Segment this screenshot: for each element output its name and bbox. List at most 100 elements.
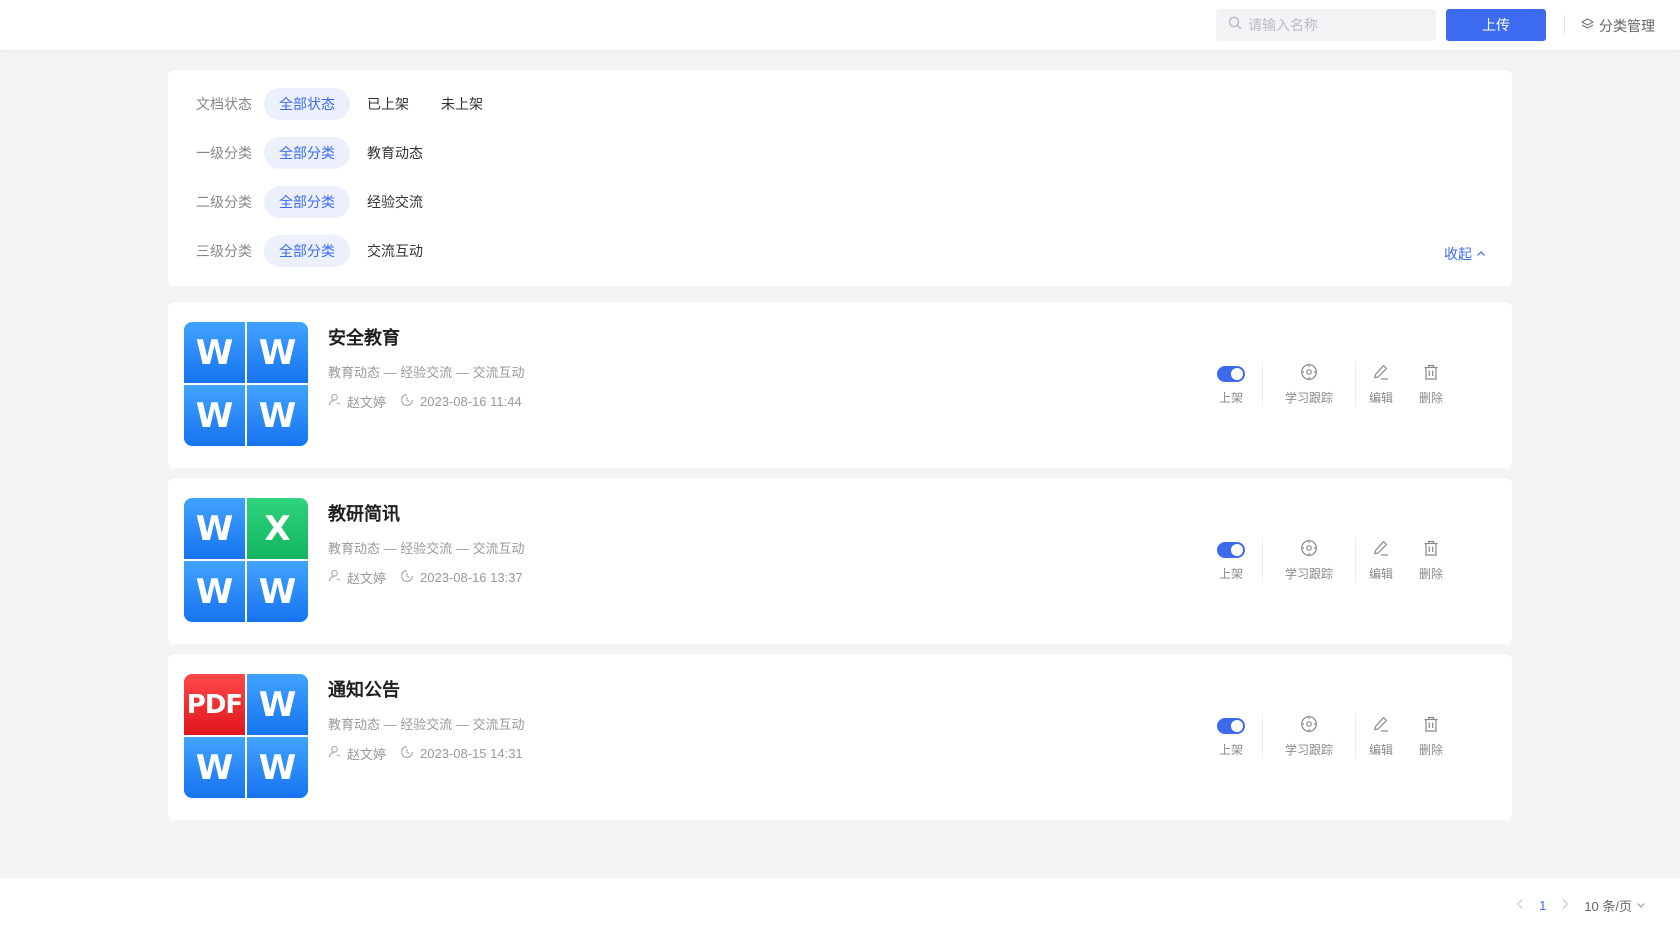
chip-all-category[interactable]: 全部分类 [264,137,350,169]
document-thumbnail: W X W W [184,498,308,622]
publish-toggle[interactable]: 上架 [1200,538,1262,582]
page-size-label: 10 条/页 [1584,898,1632,914]
word-file-icon: W [247,322,308,383]
time-info: 2023-08-16 11:44 [400,393,522,410]
publish-toggle[interactable]: 上架 [1200,714,1262,758]
author-name: 赵文婷 [347,746,387,762]
edit-label: 编辑 [1368,566,1393,581]
chip-all-status[interactable]: 全部状态 [264,88,350,120]
word-file-icon: W [247,674,308,735]
layers-icon [1580,17,1595,35]
author-info: 赵文婷 [328,744,386,763]
search-input[interactable] [1248,17,1428,33]
publish-label: 上架 [1218,566,1243,581]
delete-button[interactable]: 删除 [1406,714,1456,758]
chip-all-category[interactable]: 全部分类 [264,235,350,267]
document-meta: 赵文婷 2023-08-16 11:44 [328,392,536,410]
card-actions: 上架 学习跟踪 编辑 删除 [1200,538,1456,582]
target-icon [1300,715,1318,736]
toggle-switch[interactable] [1217,717,1245,734]
target-icon [1300,363,1318,384]
category-manage-button[interactable]: 分类管理 [1580,16,1655,36]
document-card[interactable]: W W W W 安全教育 教育动态 — 经验交流 — 交流互动 赵文婷 2023… [168,302,1512,468]
trash-icon [1422,363,1440,384]
chevron-up-icon [1476,246,1486,262]
chip-unpublished[interactable]: 未上架 [426,88,498,120]
chip-all-category[interactable]: 全部分类 [264,186,350,218]
document-title[interactable]: 通知公告 [328,676,400,702]
delete-label: 删除 [1418,566,1443,581]
edit-button[interactable]: 编辑 [1356,538,1406,582]
card-actions: 上架 学习跟踪 编辑 删除 [1200,714,1456,758]
learning-track-label: 学习跟踪 [1284,390,1333,405]
footer-bar: 1 10 条/页 [0,878,1680,932]
divider [1564,15,1565,35]
learning-track-button[interactable]: 学习跟踪 [1263,714,1355,758]
filter-panel: 文档状态 全部状态 已上架 未上架 一级分类 全部分类 教育动态 二级分类 全部… [168,70,1512,286]
chip-category-option[interactable]: 教育动态 [352,137,438,169]
chip-category-option[interactable]: 交流互动 [352,235,438,267]
search-box[interactable] [1216,9,1436,41]
upload-time: 2023-08-15 14:31 [420,745,523,761]
collapse-button[interactable]: 收起 [1444,244,1486,264]
toggle-switch[interactable] [1217,365,1245,382]
chevron-down-icon [1636,898,1646,913]
edit-button[interactable]: 编辑 [1356,362,1406,406]
edit-label: 编辑 [1368,742,1393,757]
upload-time: 2023-08-16 13:37 [420,569,523,585]
learning-track-button[interactable]: 学习跟踪 [1263,362,1355,406]
learning-track-label: 学习跟踪 [1284,566,1333,581]
document-category-path: 教育动态 — 经验交流 — 交流互动 [328,717,525,732]
word-file-icon: W [184,322,245,383]
top-bar: 上传 分类管理 [0,0,1680,50]
word-file-icon: W [247,561,308,622]
word-file-icon: W [184,385,245,446]
pencil-icon [1372,715,1390,736]
upload-button[interactable]: 上传 [1446,9,1546,41]
page-number-current[interactable]: 1 [1539,898,1546,913]
document-card[interactable]: W X W W 教研简讯 教育动态 — 经验交流 — 交流互动 赵文婷 2023… [168,478,1512,644]
publish-label: 上架 [1218,390,1243,405]
next-page-button[interactable] [1560,898,1570,913]
document-thumbnail: PDF W W W [184,674,308,798]
word-file-icon: W [184,498,245,559]
edit-label: 编辑 [1368,390,1393,405]
author-info: 赵文婷 [328,392,386,411]
card-actions: 上架 学习跟踪 编辑 删除 [1200,362,1456,406]
filter-row-status: 文档状态 全部状态 已上架 未上架 [168,88,1512,120]
clock-icon [400,745,414,762]
toggle-switch[interactable] [1217,541,1245,558]
learning-track-button[interactable]: 学习跟踪 [1263,538,1355,582]
edit-button[interactable]: 编辑 [1356,714,1406,758]
document-title[interactable]: 教研简讯 [328,500,400,526]
filter-row-level3: 三级分类 全部分类 交流互动 [168,235,1512,267]
pagination: 1 10 条/页 [1515,894,1646,916]
prev-page-button[interactable] [1515,898,1525,913]
document-card[interactable]: PDF W W W 通知公告 教育动态 — 经验交流 — 交流互动 赵文婷 20… [168,654,1512,820]
chip-category-option[interactable]: 经验交流 [352,186,438,218]
delete-label: 删除 [1418,390,1443,405]
delete-button[interactable]: 删除 [1406,538,1456,582]
collapse-label: 收起 [1444,246,1472,262]
publish-label: 上架 [1218,742,1243,757]
user-icon [328,745,341,761]
user-icon [328,393,341,409]
page-size-select[interactable]: 10 条/页 [1584,896,1646,915]
document-meta: 赵文婷 2023-08-16 13:37 [328,568,537,586]
document-title[interactable]: 安全教育 [328,324,400,350]
time-info: 2023-08-16 13:37 [400,569,523,586]
word-file-icon: W [247,385,308,446]
word-file-icon: W [184,737,245,798]
trash-icon [1422,715,1440,736]
time-info: 2023-08-15 14:31 [400,745,523,762]
clock-icon [400,569,414,586]
filter-label: 文档状态 [196,96,252,112]
delete-button[interactable]: 删除 [1406,362,1456,406]
word-file-icon: W [184,561,245,622]
trash-icon [1422,539,1440,560]
filter-label: 一级分类 [196,145,252,161]
upload-time: 2023-08-16 11:44 [420,393,522,409]
publish-toggle[interactable]: 上架 [1200,362,1262,406]
category-manage-label: 分类管理 [1599,18,1655,34]
chip-published[interactable]: 已上架 [352,88,424,120]
